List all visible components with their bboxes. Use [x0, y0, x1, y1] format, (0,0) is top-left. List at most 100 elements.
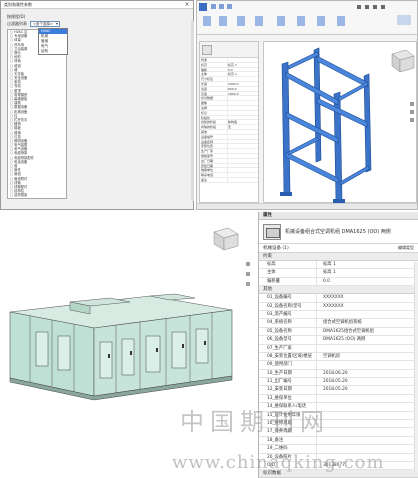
property-key: 主体 — [259, 269, 317, 277]
ahu-door-1 — [99, 341, 113, 379]
properties-table[interactable]: 约束 标高 标高 1 主体 标高 1 偏移量 0.0 其他 01_设备编号 XXXXXXX 02_设… — [259, 253, 418, 478]
property-value[interactable]: 标高 1 — [317, 269, 418, 276]
ahu-handle-2 — [130, 351, 132, 355]
property-section-header[interactable]: 约束 — [259, 253, 418, 261]
property-value[interactable] — [317, 403, 418, 410]
property-value[interactable] — [317, 395, 418, 402]
rack-rail-back-1 — [316, 55, 368, 88]
ahu-door-7 — [57, 335, 71, 371]
property-key: 标高 — [200, 62, 228, 67]
app-menu-icon — [199, 3, 207, 11]
property-value[interactable] — [317, 361, 418, 368]
property-key: 偏移量 — [259, 277, 317, 286]
filter-list-combo[interactable]: <多个选择> — [30, 21, 60, 27]
edit-type-button[interactable]: 编辑类型 — [398, 245, 414, 251]
property-row[interactable]: 10_生产日期 2018.06.20 — [259, 369, 418, 379]
instance-filter[interactable]: 机械设备 (1) 编辑类型 — [259, 244, 418, 253]
property-row[interactable]: 06_设备型号 DMA1625 (OO) 两侧 — [259, 336, 418, 345]
watermark-chinese: 中国期刊网 — [180, 408, 330, 436]
property-value[interactable] — [317, 412, 418, 419]
property-value[interactable]: 标高 1 — [228, 63, 237, 67]
3d-viewport[interactable] — [263, 41, 417, 203]
property-value[interactable]: 2018.05.20 — [317, 378, 418, 385]
property-row[interactable]: 03_资产编号 — [259, 310, 418, 320]
dialog-scrollbar[interactable] — [191, 21, 194, 201]
property-key: 出厂日期 — [200, 158, 228, 163]
property-value[interactable]: 无 — [228, 125, 231, 129]
property-row[interactable]: 04_系统名称 组合式空调机组系统 — [259, 319, 418, 328]
select-icon — [397, 15, 411, 25]
ribbon-icons — [199, 3, 411, 26]
property-value[interactable]: 2018.06.20 — [317, 370, 418, 377]
property-row[interactable]: 标高 标高 1 — [259, 261, 418, 270]
watermark-url: www.chinaqking.com — [172, 452, 385, 473]
rack-rail-1 — [285, 71, 339, 106]
property-row[interactable]: 11_出厂编号 2018.05.20 — [259, 378, 418, 387]
ribbon-toolbar[interactable] — [197, 1, 417, 35]
ahu-door-5 — [195, 328, 209, 364]
property-value[interactable]: DMA1625组合式空调机组 — [317, 328, 418, 335]
ahu-handle-5 — [204, 341, 206, 345]
property-section-header[interactable]: 其他 — [259, 286, 418, 295]
property-row[interactable]: 18_备注 — [259, 436, 418, 446]
property-value[interactable]: 组合式空调机组系统 — [317, 319, 418, 326]
property-value[interactable]: 空调机房 — [317, 353, 418, 360]
property-value[interactable] — [317, 420, 418, 427]
property-value[interactable]: 2018.05.20 — [317, 386, 418, 393]
property-value[interactable]: 0.0 — [228, 68, 233, 72]
property-value[interactable] — [317, 437, 418, 444]
property-value[interactable]: 标高 1 — [317, 261, 418, 268]
properties-palette[interactable]: 约束 标高 标高 1 偏移 0.0 主体 标高 1 尺寸标注 长度 2400.0 宽度 600.0 高度… — [199, 41, 259, 203]
dropdown-option[interactable]: 结构 — [39, 49, 67, 54]
properties-scrollbar[interactable] — [414, 262, 418, 472]
property-value[interactable]: DMA1625 (OO) 两侧 — [317, 336, 418, 343]
filter-dropdown[interactable]: HVAC 机械 管道 电气 结构 — [38, 28, 68, 55]
ahu-handle-3 — [156, 348, 158, 352]
tree-item[interactable]: □ 结构框架 — [8, 193, 66, 197]
property-value[interactable]: XXXXXXX — [317, 303, 418, 310]
property-row[interactable]: 偏移量 0.0 — [259, 277, 418, 287]
properties-type-header[interactable] — [200, 42, 258, 58]
cable-rack-model — [280, 47, 415, 203]
type-selector[interactable]: 机械设备组合式空调机组 DMA1625 (OO) 两侧 — [259, 220, 418, 244]
dialog-title: 类别和属性参数 — [4, 1, 32, 7]
property-key: 设备名称 — [200, 139, 228, 144]
family-thumbnail-icon — [263, 223, 281, 240]
property-key: 07_生产厂家 — [259, 344, 317, 352]
property-value[interactable]: 标高 1 — [228, 72, 237, 76]
property-value[interactable]: 0.0 — [317, 278, 418, 285]
property-key: 标识数据 — [200, 96, 228, 100]
property-value[interactable]: 2400.0 — [228, 82, 239, 86]
property-value[interactable]: 1800.0 — [228, 92, 239, 96]
property-row[interactable]: 备注 — [200, 177, 258, 183]
close-icon[interactable]: × — [184, 1, 190, 8]
navigation-bar-icon — [246, 262, 250, 286]
property-value[interactable] — [317, 311, 418, 318]
property-key: 偏移 — [200, 67, 228, 72]
property-value[interactable] — [317, 345, 418, 352]
property-value[interactable]: 600.0 — [228, 87, 237, 91]
rack-rail-2 — [285, 111, 339, 144]
property-value[interactable]: 新构造 — [228, 120, 237, 124]
property-value[interactable] — [317, 428, 418, 435]
property-row[interactable]: 07_生产厂家 — [259, 344, 418, 353]
property-row[interactable]: 09_使用部门 — [259, 361, 418, 370]
property-row[interactable]: 主体 标高 1 — [259, 269, 418, 278]
property-key: 安装日期 — [200, 163, 228, 168]
property-value[interactable]: XXXXXXX — [317, 294, 418, 301]
property-row[interactable]: 08_安装位置/区域/楼层 空调机房 — [259, 352, 418, 362]
status-bar — [197, 203, 417, 209]
property-key: 规格型号 — [200, 153, 228, 158]
properties-rows[interactable]: 约束 标高 标高 1 偏移 0.0 主体 标高 1 尺寸标注 长度 2400.0 宽度 600.0 高度… — [200, 58, 258, 183]
property-key: 生产厂家 — [200, 149, 228, 153]
property-key: 尺寸标注 — [200, 77, 228, 81]
property-row[interactable]: 02_设备名称/型号 XXXXXXX — [259, 302, 418, 311]
ahu-door-3 — [145, 335, 161, 373]
ahu-3d-view[interactable] — [0, 214, 258, 414]
property-row[interactable]: 12_安装日期 2018.05.20 — [259, 386, 418, 395]
property-row[interactable]: 05_设备名称 DMA1625组合式空调机组 — [259, 327, 418, 337]
property-row[interactable]: 01_设备编号 XXXXXXX — [259, 294, 418, 303]
dialog-titlebar: 类别和属性参数 × — [1, 1, 193, 9]
property-key: 08_安装位置/区域/楼层 — [259, 352, 317, 361]
minimize-icon — [373, 5, 377, 9]
